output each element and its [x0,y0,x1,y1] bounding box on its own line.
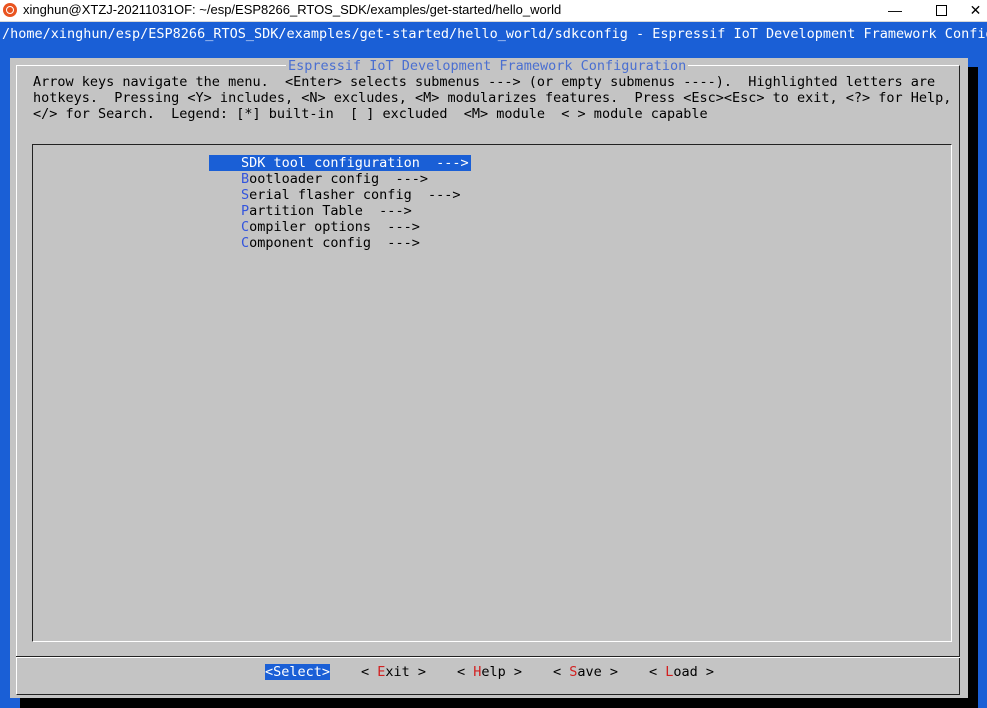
menuconfig-dialog: Espressif IoT Development Framework Conf… [10,58,968,698]
button-label: elp [481,664,506,680]
button-bracket: > [697,664,715,680]
menu-item-label: omponent config ---> [249,235,420,251]
button-label: oad [673,664,698,680]
menu-item-label: artition Table ---> [249,203,412,219]
close-button[interactable]: ✕ [964,0,987,21]
help-line: hotkeys. Pressing <Y> includes, <N> excl… [33,90,952,106]
ubuntu-icon [3,3,17,17]
menu-item-serial-flasher-config[interactable]: Serial flasher config ---> [241,187,460,203]
menu-item-label: erial flasher config ---> [249,187,461,203]
load-button[interactable]: < Load > [649,664,714,680]
terminal-area[interactable]: /home/xinghun/esp/ESP8266_RTOS_SDK/examp… [0,22,987,708]
button-label: elect [281,664,322,680]
menu-item-component-config[interactable]: Component config ---> [241,235,420,251]
exit-button[interactable]: < Exit > [361,664,426,680]
window-title: xinghun@XTZJ-20211031OF: ~/esp/ESP8266_R… [23,2,562,17]
button-bracket: > [409,664,427,680]
menu-item-label: ootloader config ---> [249,171,428,187]
menu-item-hotkey: C [241,235,250,251]
menu-item-bootloader-config[interactable]: Bootloader config ---> [241,171,428,187]
config-path-line: /home/xinghun/esp/ESP8266_RTOS_SDK/examp… [0,22,987,46]
button-bracket: < [361,664,378,680]
menu-item-partition-table[interactable]: Partition Table ---> [241,203,412,219]
menu-item-hotkey: S [241,155,250,171]
select-button[interactable]: <Select> [265,664,331,680]
button-bracket: > [601,664,619,680]
button-bracket: > [505,664,523,680]
button-label: ave [577,664,602,680]
help-line: </> for Search. Legend: [*] built-in [ ]… [33,106,708,122]
menu-item-sdk-tool-configuration[interactable]: SDK tool configuration ---> [209,155,471,171]
help-text: Arrow keys navigate the menu. <Enter> se… [33,74,963,122]
menu-item-label: DK tool configuration ---> [249,155,469,171]
menu-item-compiler-options[interactable]: Compiler options ---> [241,219,420,235]
button-bracket: < [553,664,570,680]
help-button[interactable]: < Help > [457,664,522,680]
dialog-shadow-right [968,67,978,707]
help-line: Arrow keys navigate the menu. <Enter> se… [33,74,936,90]
button-separator [16,656,960,658]
save-button[interactable]: < Save > [553,664,618,680]
menu-item-hotkey: P [241,203,250,219]
window-titlebar: xinghun@XTZJ-20211031OF: ~/esp/ESP8266_R… [0,0,987,22]
menu-item-label: ompiler options ---> [249,219,420,235]
menu-item-hotkey: C [241,219,250,235]
button-bracket: > [321,664,331,680]
dialog-shadow-bottom [20,698,978,708]
menu-item-hotkey: S [241,187,250,203]
button-label: xit [385,664,410,680]
minimize-button[interactable]: — [872,0,918,21]
maximize-icon [935,5,947,16]
button-bracket: < [457,664,474,680]
button-bracket: < [649,664,666,680]
button-bracket: < [265,664,274,680]
menu-list: SDK tool configuration ---> Bootloader c… [32,144,952,642]
menu-item-hotkey: B [241,171,250,187]
dialog-title: Espressif IoT Development Framework Conf… [286,58,689,74]
maximize-button[interactable] [918,0,964,21]
